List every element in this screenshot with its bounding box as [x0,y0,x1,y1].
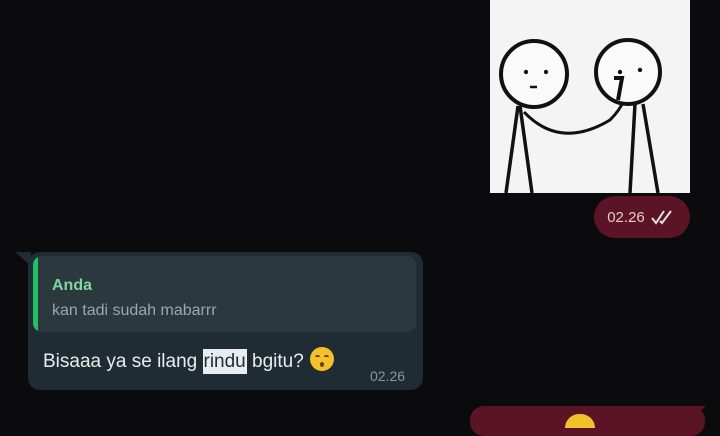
outgoing-image-message[interactable]: 02.26 [490,0,690,238]
quote-author: Anda [52,277,92,294]
stick-figures-sticker[interactable] [490,0,690,193]
quote-accent-bar [33,256,38,332]
incoming-message-bubble[interactable]: Anda kan tadi sudah mabarrr Bisaaa ya se… [28,252,423,390]
image-message-meta: 02.26 [594,196,690,238]
message-text: Bisaaa ya se ilang rindu bgitu? [43,347,334,374]
message-text-part: Bisaaa ya se ilang [43,351,203,372]
quote-text: kan tadi sudah mabarrr [52,302,217,319]
sticker-drawing [499,38,662,193]
message-text-part: bgitu? [246,351,304,372]
message-time: 02.26 [370,368,406,384]
message-time: 02.26 [607,208,645,226]
hushed-face-emoji [309,347,334,371]
bubble-tail [690,406,706,420]
quoted-reply[interactable]: Anda kan tadi sudah mabarrr [33,256,416,332]
highlighted-word[interactable]: rindu [202,349,247,374]
double-check-icon [650,209,677,225]
